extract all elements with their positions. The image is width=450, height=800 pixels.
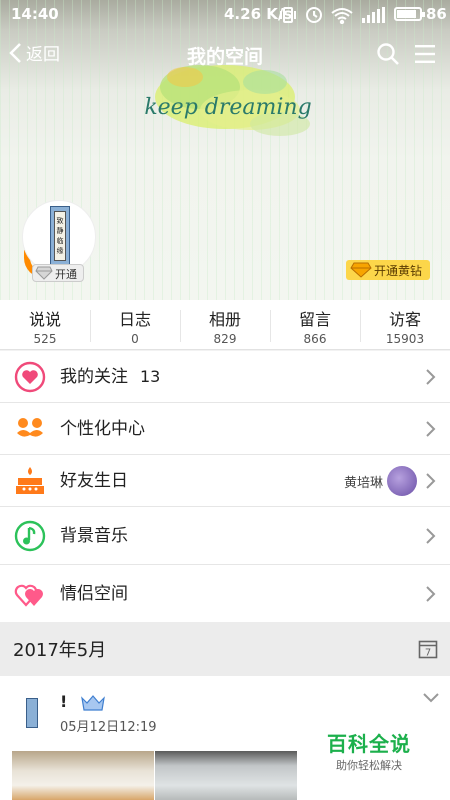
stat-label: 说说 [28, 310, 61, 329]
month-label: 2017年5月 [13, 640, 107, 661]
banner-text: keep dreaming [144, 95, 311, 120]
stat-label: 留言 [298, 310, 331, 329]
post-photo-1[interactable] [12, 751, 154, 800]
menu-item-following[interactable]: 我的关注 13 [0, 351, 450, 403]
menu-item-background-music[interactable]: 背景音乐 [0, 507, 450, 565]
stat-messages[interactable]: 留言 866 [270, 300, 360, 349]
alarm-icon [306, 7, 322, 23]
chevron-right-icon [426, 420, 436, 437]
menu-list: 我的关注 13 个性化中心 好友生日 黄培琳 背景音乐 情侣空间 [0, 351, 450, 623]
battery-icon [394, 7, 425, 21]
couple-hearts-icon [14, 584, 43, 607]
music-note-icon [14, 520, 46, 551]
birthday-friend-avatar [387, 465, 417, 496]
stat-visitors[interactable]: 访客 15903 [360, 300, 450, 349]
menu-item-label: 好友生日 [60, 470, 128, 491]
yellow-diamond-icon [350, 262, 372, 278]
month-header: 2017年5月 7 [0, 622, 450, 676]
menu-item-label: 背景音乐 [60, 525, 128, 546]
stats-bar: 说说 525 日志 0 相册 829 留言 866 访客 15903 [0, 300, 450, 350]
menu-item-label: 个性化中心 [60, 418, 145, 439]
avatar[interactable]: 致静临缘 [22, 200, 96, 274]
stat-value: 525 [33, 332, 57, 346]
watermark-title: 百科全说 [327, 732, 411, 756]
battery-fill [397, 10, 416, 18]
menu-item-personalization[interactable]: 个性化中心 [0, 403, 450, 455]
mustache-icon [17, 417, 43, 437]
stat-value: 866 [303, 332, 327, 346]
stat-label: 日志 [118, 310, 151, 329]
menu-item-birthdays[interactable]: 好友生日 黄培琳 [0, 455, 450, 507]
chevron-right-icon [426, 368, 436, 385]
menu-item-couple-space[interactable]: 情侣空间 [0, 565, 450, 623]
vip-crown-icon [81, 695, 105, 711]
stat-value: 15903 [385, 332, 425, 346]
status-icons [280, 7, 385, 24]
birthday-friend-name: 黄培琳 [344, 475, 384, 491]
diamond-icon [35, 266, 53, 280]
chevron-right-icon [426, 527, 436, 544]
menu-item-label: 情侣空间 [60, 584, 128, 604]
avatar-book-text: 致静临缘 [56, 217, 64, 255]
menu-item-label: 我的关注 [60, 366, 128, 387]
site-watermark: 百科全说 助你轻松解决 [316, 728, 422, 780]
post-author-name[interactable]: ! [60, 692, 67, 711]
chevron-down-icon[interactable] [422, 692, 440, 704]
stat-blog[interactable]: 日志 0 [90, 300, 180, 349]
birthday-cake-icon [16, 466, 44, 494]
stat-label: 访客 [388, 310, 421, 329]
signal-icon [362, 7, 385, 23]
avatar-image: 致静临缘 [50, 206, 70, 266]
nav-bar: 返回 我的空间 [0, 30, 450, 78]
status-time: 14:40 [11, 5, 59, 23]
stat-album[interactable]: 相册 829 [180, 300, 270, 349]
battery-percent: 86 [426, 5, 447, 23]
chevron-right-icon [426, 472, 436, 489]
stat-value: 829 [213, 332, 237, 346]
stat-value: 0 [131, 332, 139, 346]
stat-shuoshuo[interactable]: 说说 525 [0, 300, 90, 349]
post-avatar[interactable] [14, 694, 52, 732]
watermark-subtitle: 助你轻松解决 [336, 759, 402, 772]
status-bar: 14:40 4.26 K/s 86 [0, 0, 450, 30]
stat-label: 相册 [208, 310, 241, 329]
chevron-right-icon [426, 586, 436, 602]
vibrate-icon [280, 7, 296, 23]
open-vip-badge[interactable]: 开通 [32, 264, 84, 282]
post-photo-2[interactable] [155, 751, 297, 800]
search-icon[interactable] [376, 42, 400, 66]
menu-icon[interactable] [413, 42, 437, 66]
yellow-diamond-label: 开通黄钻 [374, 264, 423, 278]
post-date: 05月12日12:19 [60, 720, 157, 735]
calendar-icon[interactable]: 7 [418, 639, 438, 659]
wifi-icon [331, 8, 353, 24]
open-vip-label: 开通 [55, 268, 77, 281]
open-yellow-diamond-button[interactable]: 开通黄钻 [346, 260, 430, 280]
following-count: 13 [140, 366, 161, 386]
heart-circle-icon [14, 361, 46, 392]
calendar-day: 7 [425, 648, 431, 659]
